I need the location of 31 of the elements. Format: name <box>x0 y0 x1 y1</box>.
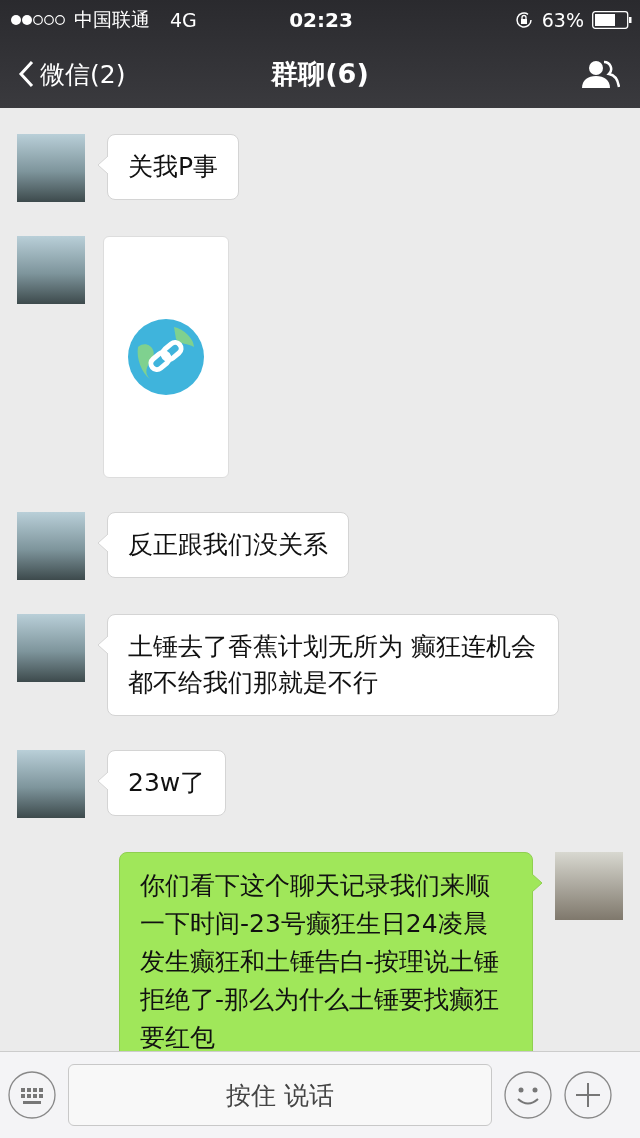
message-bubble: 你们看下这个聊天记录我们来顺一下时间-23号癫狂生日24凌晨发生癫狂和土锤告白-按理说土锤拒绝了-那么为什么土锤要找癫狂要红包 <box>119 852 533 1051</box>
message-bubble: 土锤去了香蕉计划无所为 癫狂连机会都不给我们那就是不行 <box>107 614 559 716</box>
avatar-photo[interactable] <box>17 750 85 818</box>
hold-to-talk-button[interactable]: 按住 说话 <box>68 1064 492 1126</box>
battery-percent: 63% <box>541 9 584 31</box>
rotation-lock-icon <box>513 10 534 30</box>
avatar-photo[interactable] <box>17 134 85 202</box>
keyboard-icon[interactable] <box>8 1071 56 1119</box>
chevron-left-icon <box>18 60 34 88</box>
clock-time: 02:23 <box>289 8 353 32</box>
back-button[interactable]: 微信(2) <box>18 57 126 91</box>
message-bubble: 关我P事 <box>107 134 240 200</box>
bubble-tail <box>98 772 108 790</box>
network-type: 4G <box>170 9 197 31</box>
message-bubble: 反正跟我们没关系 <box>107 512 349 578</box>
plus-icon[interactable] <box>564 1071 612 1119</box>
avatar-photo[interactable] <box>17 236 85 304</box>
chat-title: 群聊(6) <box>271 57 369 91</box>
message-bubble: 23w了 <box>107 750 227 816</box>
group-members-icon[interactable] <box>582 59 620 89</box>
battery-icon <box>592 11 632 29</box>
carrier-name: 中国联通 <box>74 7 150 32</box>
emoji-icon[interactable] <box>504 1071 552 1119</box>
signal-icon <box>10 14 66 26</box>
avatar-photo[interactable] <box>555 852 623 920</box>
bubble-tail <box>98 534 108 552</box>
bubble-tail <box>98 636 108 654</box>
avatar-photo[interactable] <box>17 512 85 580</box>
bubble-tail <box>532 874 542 892</box>
bubble-tail <box>98 156 108 174</box>
avatar-photo[interactable] <box>17 614 85 682</box>
